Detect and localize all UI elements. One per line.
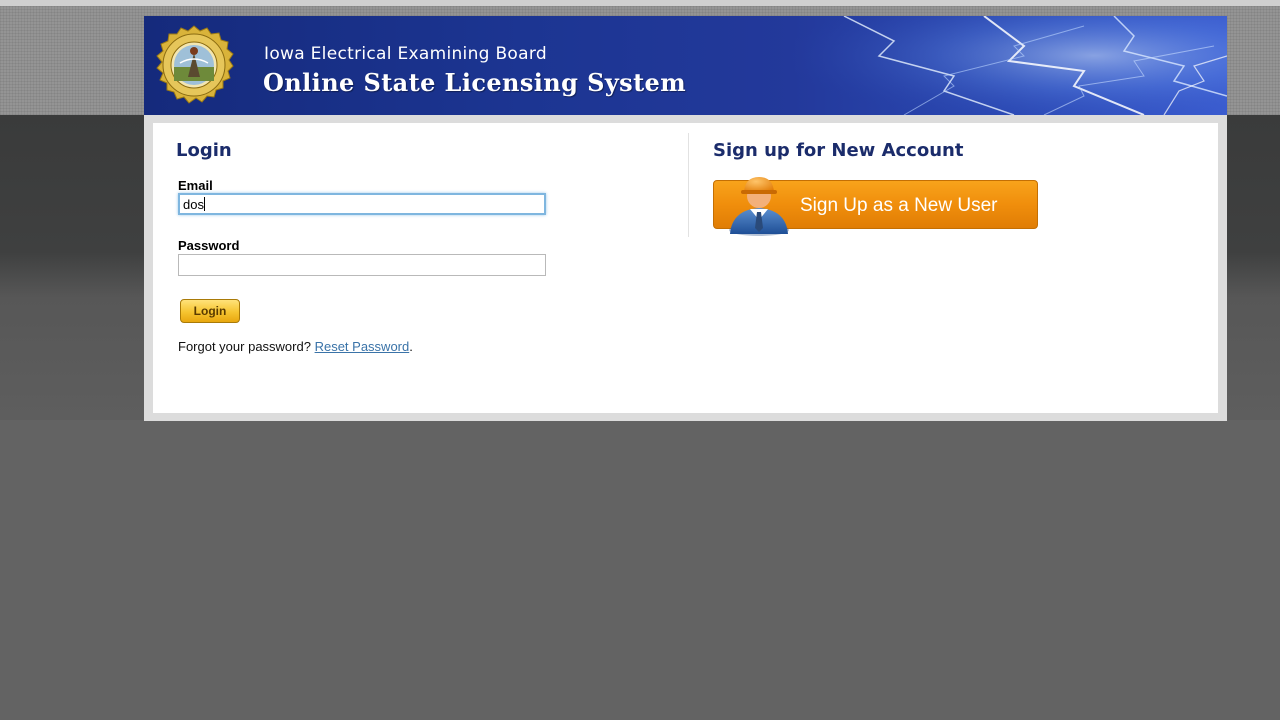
password-field[interactable] xyxy=(178,254,546,276)
reset-password-link[interactable]: Reset Password xyxy=(315,339,410,354)
email-field-value: dos xyxy=(183,197,204,212)
login-button[interactable]: Login xyxy=(180,299,240,323)
signup-button-label: Sign Up as a New User xyxy=(800,195,998,216)
lightning-banner-graphic xyxy=(784,16,1227,115)
password-label: Password xyxy=(178,238,240,253)
system-title: Online State Licensing System xyxy=(263,68,687,97)
site-header: Iowa Electrical Examining Board Online S… xyxy=(144,16,1227,115)
signup-heading: Sign up for New Account xyxy=(713,140,964,161)
email-label: Email xyxy=(178,178,213,193)
page-container: Iowa Electrical Examining Board Online S… xyxy=(144,16,1227,421)
org-name: Iowa Electrical Examining Board xyxy=(264,44,547,64)
text-caret xyxy=(203,197,205,211)
login-section: Login Email dos Password Login Forgot yo… xyxy=(153,123,688,413)
signup-button[interactable]: Sign Up as a New User xyxy=(713,177,1038,236)
email-field[interactable]: dos xyxy=(178,193,546,215)
forgot-password-text: Forgot your password? xyxy=(178,339,311,354)
state-seal-icon xyxy=(156,25,234,104)
content-panel: Login Email dos Password Login Forgot yo… xyxy=(153,123,1218,413)
forgot-password-line: Forgot your password? Reset Password. xyxy=(178,339,413,354)
login-heading: Login xyxy=(176,140,232,161)
new-user-icon xyxy=(729,177,789,236)
column-divider xyxy=(688,133,689,237)
trailing-period: . xyxy=(409,339,413,354)
